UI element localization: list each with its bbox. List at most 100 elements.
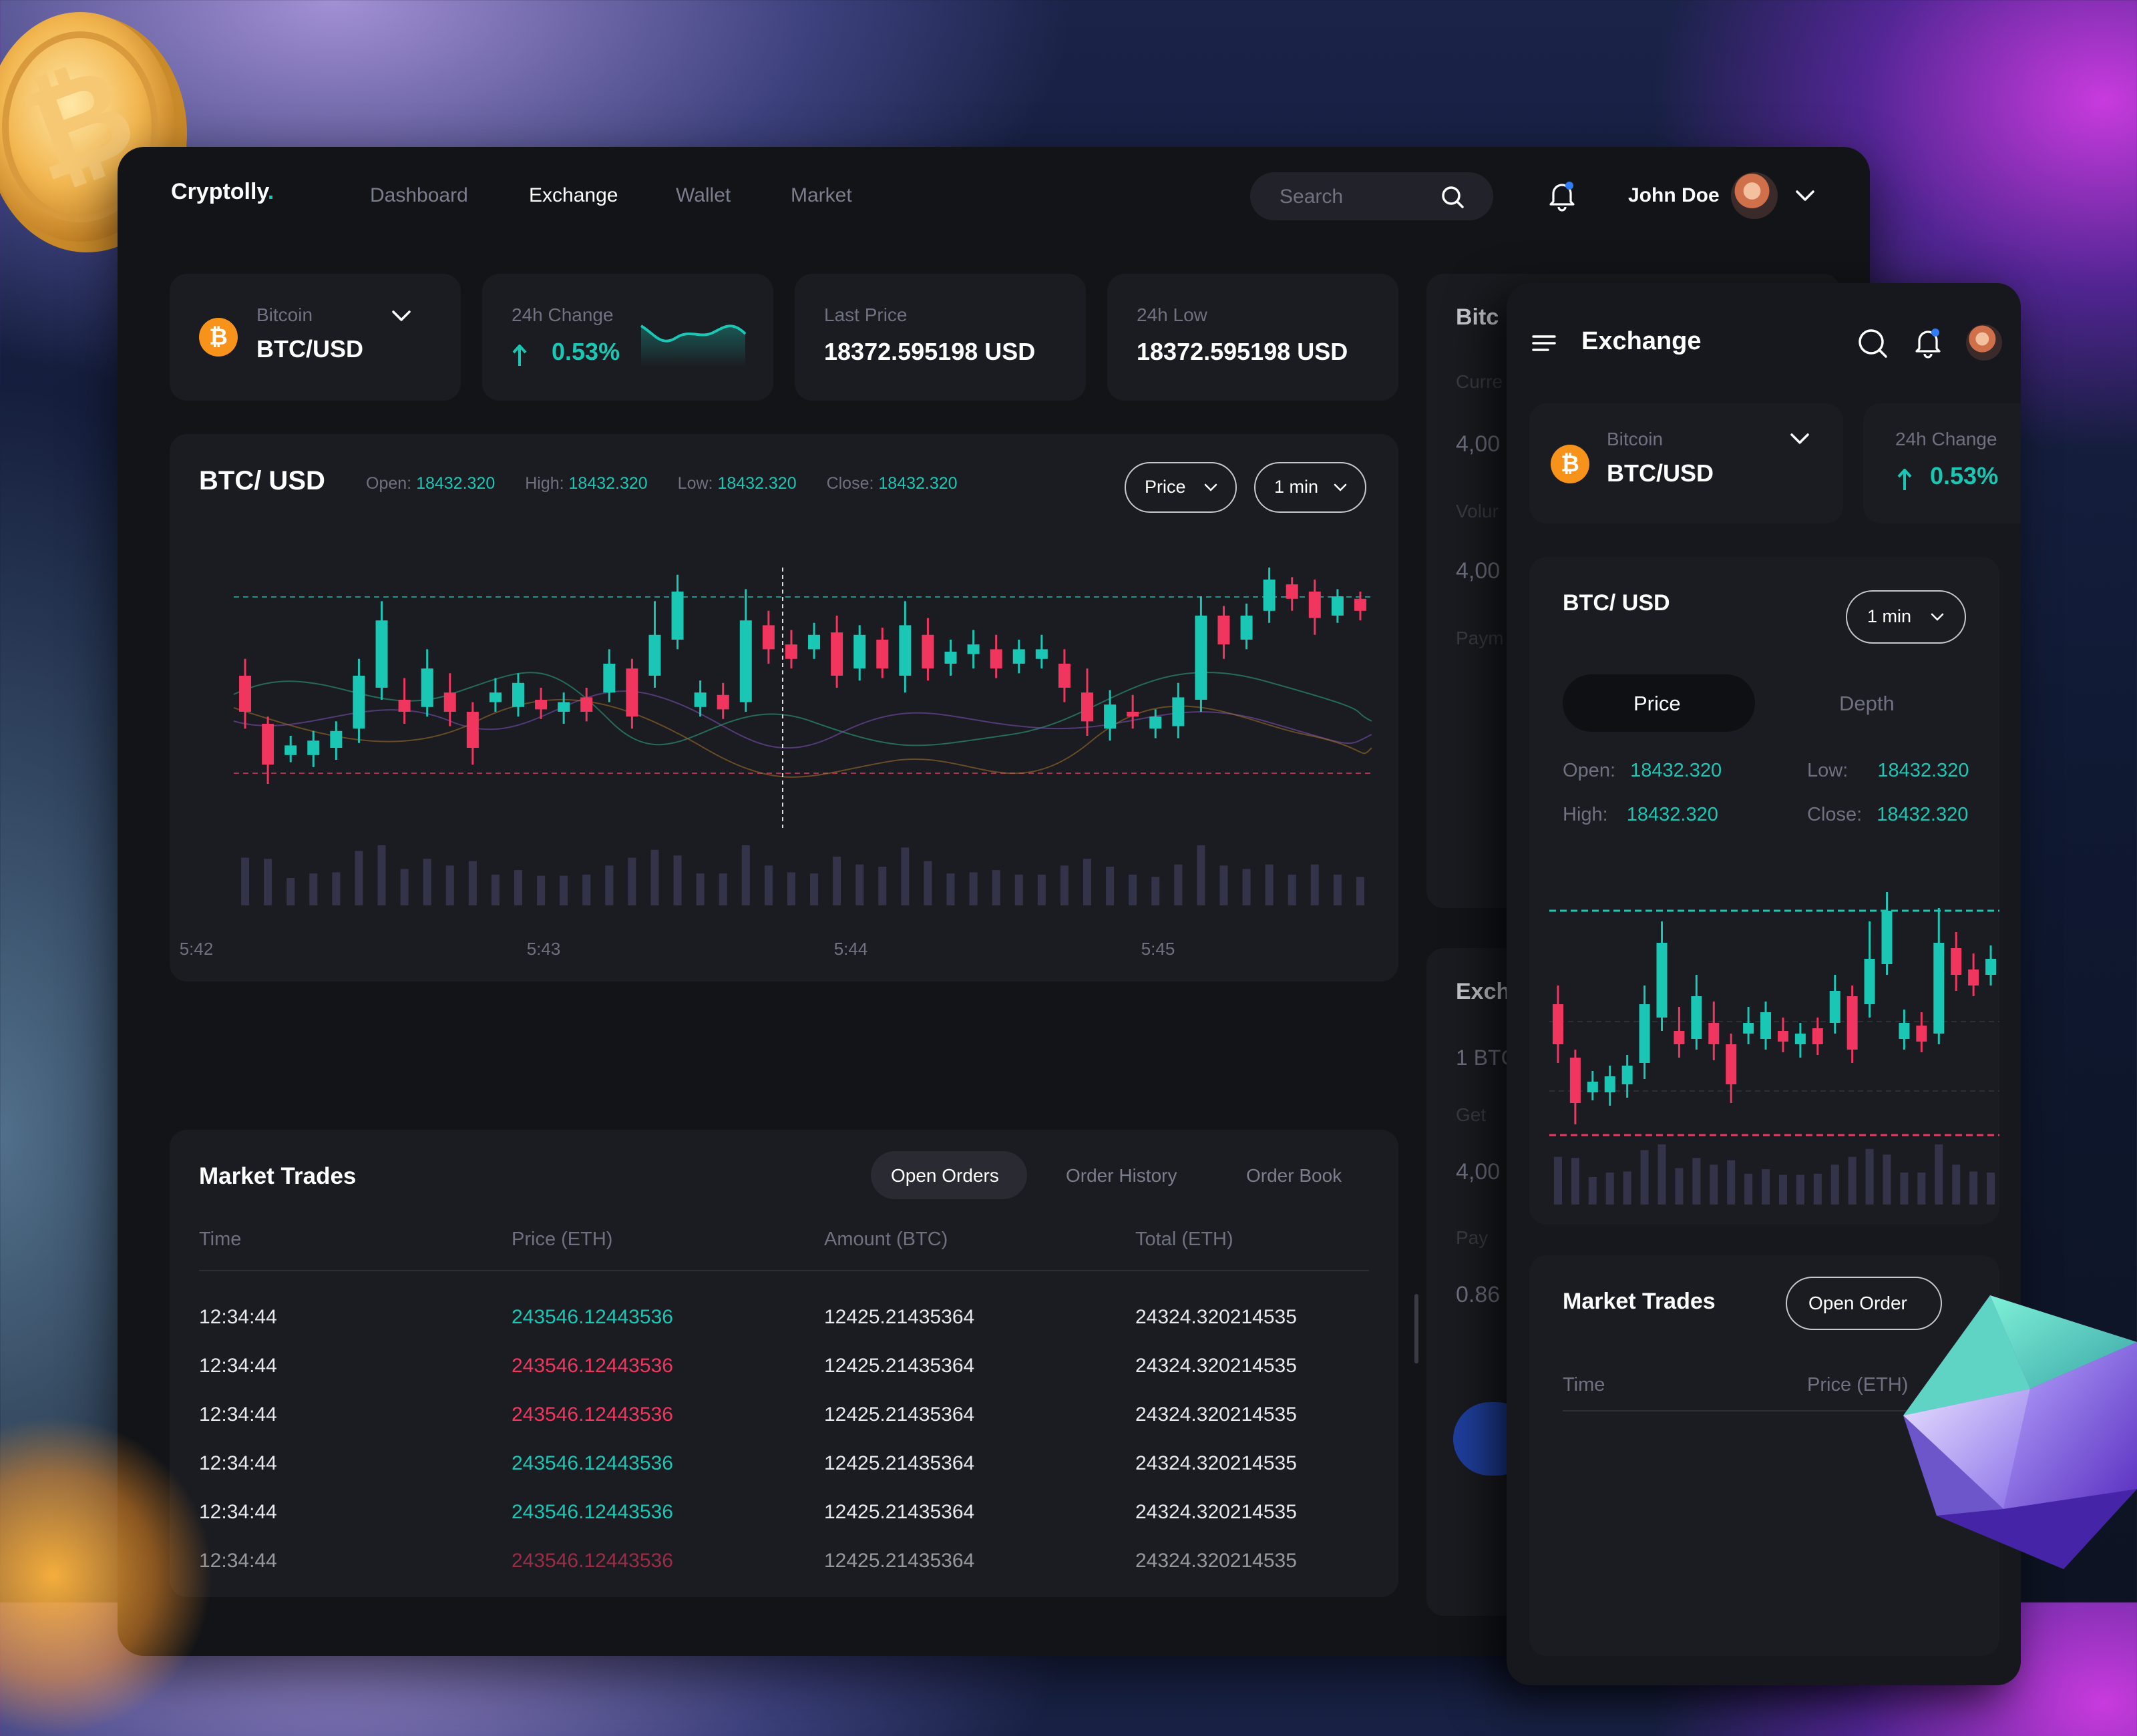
- candlestick-chart[interactable]: 5:42 5:43 5:44 5:45: [170, 521, 1398, 982]
- candle-body[interactable]: [648, 634, 661, 676]
- candle-body[interactable]: [1604, 1076, 1615, 1092]
- interval-dropdown[interactable]: 1 min: [1846, 590, 1966, 644]
- candle-body[interactable]: [1794, 1034, 1806, 1044]
- candle-body[interactable]: [967, 644, 980, 654]
- scrollbar[interactable]: [1414, 1294, 1418, 1363]
- tab-open-orders[interactable]: Open Orders: [871, 1151, 1027, 1199]
- candle-body[interactable]: [330, 730, 343, 748]
- candle-body[interactable]: [1881, 911, 1893, 964]
- interval-dropdown[interactable]: 1 min: [1254, 462, 1366, 513]
- candle-body[interactable]: [739, 620, 752, 702]
- search-icon[interactable]: [1440, 184, 1465, 210]
- candle-body[interactable]: [1812, 1028, 1823, 1044]
- candle-body[interactable]: [1968, 969, 1979, 986]
- candle-body[interactable]: [1012, 649, 1025, 664]
- candle-body[interactable]: [831, 632, 843, 676]
- candle-body[interactable]: [1149, 716, 1162, 729]
- candle-body[interactable]: [558, 702, 570, 712]
- candle-body[interactable]: [1985, 959, 1997, 975]
- candle-body[interactable]: [1172, 697, 1185, 726]
- search-icon[interactable]: [1857, 327, 1889, 359]
- user-name[interactable]: John Doe: [1628, 184, 1720, 207]
- candle-body[interactable]: [603, 664, 616, 693]
- candle-body[interactable]: [1760, 1012, 1772, 1039]
- candle-body[interactable]: [1777, 1031, 1788, 1042]
- column-header-price[interactable]: Price (ETH): [512, 1229, 612, 1251]
- candle-body[interactable]: [922, 634, 934, 669]
- candle-body[interactable]: [1864, 959, 1875, 1004]
- candle-body[interactable]: [466, 712, 479, 748]
- tab-order-book[interactable]: Order Book: [1246, 1165, 1342, 1186]
- candle-body[interactable]: [944, 652, 957, 664]
- avatar[interactable]: [1966, 324, 2002, 361]
- chevron-down-icon[interactable]: [1788, 430, 1811, 447]
- notification-bell-icon[interactable]: [1913, 324, 1943, 361]
- candle-body[interactable]: [899, 625, 912, 676]
- column-header-price[interactable]: Price (ETH): [1807, 1374, 1908, 1396]
- price-type-dropdown[interactable]: Price: [1125, 462, 1237, 513]
- candle-body[interactable]: [284, 745, 297, 755]
- candle-body[interactable]: [443, 692, 456, 712]
- candle-body[interactable]: [1263, 580, 1276, 611]
- tab-depth[interactable]: Depth: [1839, 692, 1895, 716]
- menu-icon[interactable]: [1531, 333, 1557, 354]
- candle-body[interactable]: [876, 640, 889, 669]
- candle-body[interactable]: [353, 676, 365, 729]
- candle-body[interactable]: [1195, 616, 1207, 700]
- nav-market[interactable]: Market: [791, 184, 852, 207]
- pair-selector[interactable]: ₿ Bitcoin BTC/USD: [1529, 403, 1843, 523]
- candle-body[interactable]: [785, 644, 797, 659]
- candle-body[interactable]: [1217, 616, 1230, 645]
- candle-body[interactable]: [694, 692, 707, 707]
- tab-price[interactable]: Price: [1563, 674, 1755, 732]
- candle-body[interactable]: [1354, 598, 1366, 611]
- candle-body[interactable]: [1127, 712, 1139, 717]
- candle-body[interactable]: [1639, 1004, 1650, 1063]
- pair-selector[interactable]: ₿ Bitcoin BTC/USD: [170, 274, 461, 401]
- candle-body[interactable]: [239, 676, 252, 712]
- column-header-total[interactable]: Total (ETH): [1135, 1229, 1233, 1251]
- candle-body[interactable]: [1240, 616, 1253, 640]
- nav-exchange[interactable]: Exchange: [529, 184, 618, 207]
- candle-body[interactable]: [1708, 1023, 1720, 1044]
- candle-body[interactable]: [1621, 1066, 1633, 1084]
- candle-body[interactable]: [1743, 1023, 1754, 1034]
- candle-body[interactable]: [1847, 996, 1858, 1050]
- candle-body[interactable]: [1829, 991, 1840, 1023]
- candle-body[interactable]: [262, 724, 274, 765]
- brand-logo[interactable]: Cryptolly.: [171, 179, 274, 205]
- candle-body[interactable]: [1899, 1023, 1910, 1039]
- candle-body[interactable]: [1951, 948, 1962, 975]
- column-header-amount[interactable]: Amount (BTC): [824, 1229, 948, 1251]
- candle-body[interactable]: [1933, 943, 1945, 1034]
- candle-body[interactable]: [671, 592, 684, 640]
- candle-body[interactable]: [1058, 664, 1071, 688]
- candle-body[interactable]: [1308, 592, 1321, 618]
- candle-body[interactable]: [489, 692, 502, 702]
- tab-order-history[interactable]: Order History: [1066, 1165, 1177, 1186]
- notification-bell-icon[interactable]: [1547, 179, 1577, 212]
- candle-body[interactable]: [1674, 1031, 1685, 1044]
- candle-body[interactable]: [1081, 692, 1093, 722]
- candle-body[interactable]: [762, 625, 775, 650]
- candle-body[interactable]: [1569, 1058, 1581, 1103]
- candle-body[interactable]: [808, 634, 821, 650]
- candle-body[interactable]: [1916, 1026, 1927, 1042]
- chevron-down-icon[interactable]: [390, 307, 413, 324]
- column-header-time[interactable]: Time: [1563, 1374, 1605, 1396]
- candle-body[interactable]: [307, 740, 320, 755]
- candle-body[interactable]: [580, 697, 593, 712]
- nav-wallet[interactable]: Wallet: [676, 184, 731, 207]
- candle-body[interactable]: [1552, 1004, 1563, 1044]
- candle-body[interactable]: [1331, 596, 1344, 616]
- candle-body[interactable]: [1691, 996, 1702, 1039]
- candle-body[interactable]: [398, 700, 411, 712]
- candle-body[interactable]: [1656, 943, 1668, 1018]
- candle-body[interactable]: [1587, 1082, 1598, 1092]
- column-header-time[interactable]: Time: [199, 1229, 241, 1251]
- mobile-candlestick-chart[interactable]: 5:425:435:44: [1529, 837, 1999, 1225]
- candle-body[interactable]: [990, 649, 1002, 669]
- avatar[interactable]: [1731, 172, 1778, 219]
- candle-body[interactable]: [1035, 649, 1048, 659]
- candle-body[interactable]: [717, 694, 729, 710]
